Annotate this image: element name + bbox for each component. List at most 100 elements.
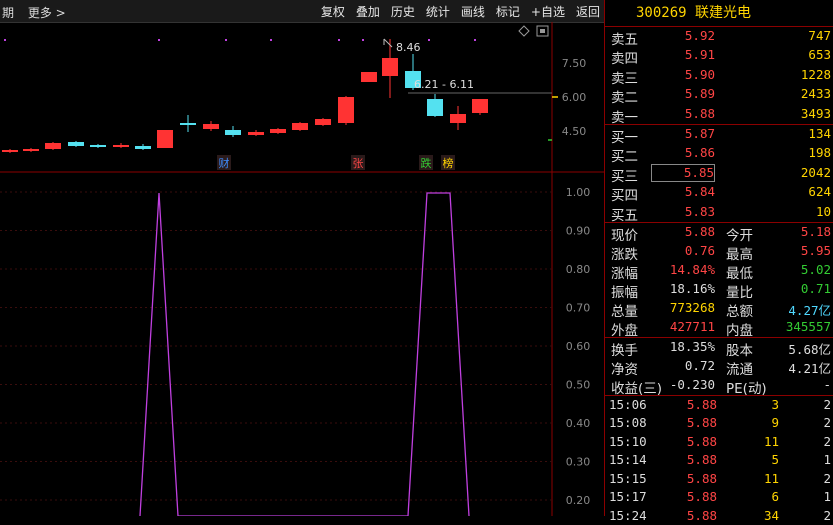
- stat-value: 773268: [669, 299, 715, 315]
- trade-row[interactable]: 15:17 5.88 6 1: [605, 488, 833, 507]
- stat-value: 18.16%: [669, 280, 715, 296]
- bid-volume: 134: [808, 125, 831, 141]
- signal-dot: [474, 39, 476, 41]
- trade-count: 2: [823, 415, 831, 431]
- bid-label: 买二: [611, 149, 638, 166]
- stat-row: 外盘 427711 内盘 345557: [605, 318, 833, 339]
- stat-row: 收益(三) -0.230 PE(动) -: [605, 376, 833, 397]
- toolbar-back-button[interactable]: 返回: [576, 3, 600, 20]
- trade-row[interactable]: 15:10 5.88 11 2: [605, 433, 833, 452]
- trade-volume: 6: [771, 489, 779, 505]
- chart-toolbar: 复权 叠加 历史 统计 画线 标记 +自选 返回: [321, 3, 600, 20]
- stat-label: 最低: [726, 265, 753, 282]
- stat-label: 最高: [726, 246, 753, 263]
- bid-row[interactable]: 买四 5.84 624: [605, 183, 833, 205]
- ask-row[interactable]: 卖二 5.89 2433: [605, 85, 833, 106]
- trade-count: 1: [823, 452, 831, 468]
- more-menu[interactable]: 更多 >: [28, 6, 66, 20]
- signal-dot: [158, 39, 160, 41]
- toolbar-draw-button[interactable]: 画线: [461, 3, 485, 20]
- trade-row[interactable]: 15:14 5.88 5 1: [605, 451, 833, 470]
- candle-body: [68, 142, 84, 146]
- trade-volume: 11: [763, 433, 779, 449]
- indicator-tick: 0.90: [566, 225, 591, 238]
- chart-svg[interactable]: 7.50 6.00 4.50 8.46 6.21 - 6.11 财 张 跌榜 1.0…: [0, 22, 604, 517]
- ask-row[interactable]: 卖四 5.91 653: [605, 46, 833, 67]
- indicator-tick: 0.60: [566, 340, 591, 353]
- trade-time: 15:08: [609, 415, 647, 431]
- bid-row[interactable]: 买二 5.86 198: [605, 144, 833, 166]
- indicator-tick: 1.00: [566, 186, 591, 199]
- bid-label: 买五: [611, 207, 638, 224]
- chart-area[interactable]: 7.50 6.00 4.50 8.46 6.21 - 6.11 财 张 跌榜 1.0…: [0, 22, 604, 517]
- stock-name: 联建光电: [695, 5, 752, 21]
- stat-label: 总量: [611, 303, 638, 320]
- ask-label: 卖三: [611, 70, 638, 87]
- ask-volume: 747: [808, 28, 831, 43]
- bid-label: 买三: [611, 168, 638, 185]
- toolbar-adjust-button[interactable]: 复权: [321, 3, 345, 20]
- stat-label: 流通: [726, 361, 753, 378]
- candle-body: [180, 123, 196, 125]
- stat-label: 换手: [611, 342, 638, 359]
- stat-label: PE(动): [726, 380, 767, 397]
- trade-time: 15:06: [609, 396, 647, 412]
- candle-body: [203, 124, 219, 129]
- stat-label: 振幅: [611, 284, 638, 301]
- trade-count: 2: [823, 396, 831, 412]
- candle-body: [135, 146, 151, 149]
- bid-row-selected[interactable]: 买三 5.85 2042: [605, 163, 833, 185]
- stat-value: 345557: [785, 318, 831, 334]
- bid-row[interactable]: 买一 5.87 134: [605, 125, 833, 146]
- bid-row[interactable]: 买五 5.83 10: [605, 203, 833, 224]
- trade-row[interactable]: 15:06 5.88 3 2: [605, 396, 833, 415]
- toolbar-mark-button[interactable]: 标记: [496, 3, 520, 20]
- signal-dot: [270, 39, 272, 41]
- diamond-icon[interactable]: [518, 25, 530, 37]
- indicator-line: [139, 192, 470, 517]
- trade-ticks: 15:06 5.88 3 2 15:08 5.88 9 2 15:10 5.88 11 2 15:…: [605, 396, 833, 525]
- toolbar-stats-button[interactable]: 统计: [426, 3, 450, 20]
- ask-price: 5.91: [684, 47, 715, 63]
- bid-price: 5.87: [684, 125, 715, 141]
- toolbar-overlay-button[interactable]: 叠加: [356, 3, 380, 20]
- bid-price: 5.83: [684, 203, 715, 219]
- stat-value: 5.18: [800, 223, 831, 239]
- trade-row[interactable]: 15:08 5.88 9 2: [605, 414, 833, 433]
- quote-stats-fundamental: 换手 18.35% 股本 5.68亿 净资 0.72 流通 4.21亿 收益(三) -0.23…: [605, 338, 833, 397]
- toolbar-history-button[interactable]: 历史: [391, 3, 415, 20]
- trade-row[interactable]: 15:15 5.88 11 2: [605, 470, 833, 489]
- candle-body: [2, 150, 18, 152]
- trade-price: 5.88: [686, 489, 717, 505]
- bid-price: 5.85: [651, 163, 715, 182]
- trade-time: 15:24: [609, 507, 647, 523]
- chart-top-bar: 期 更多 > 复权 叠加 历史 统计 画线 标记 +自选 返回: [0, 0, 604, 23]
- stat-label: 量比: [726, 284, 753, 301]
- candle-body: [427, 99, 443, 116]
- indicator-tick: 0.30: [566, 456, 591, 469]
- event-badges: 财 张 跌榜: [217, 155, 455, 170]
- window-icon[interactable]: [536, 25, 549, 37]
- toolbar-add-watchlist-button[interactable]: +自选: [531, 3, 565, 20]
- ask-row[interactable]: 卖三 5.90 1228: [605, 66, 833, 87]
- bid-volume: 624: [808, 184, 831, 200]
- ask-row[interactable]: 卖五 5.92 747: [605, 27, 833, 48]
- quote-stats: 现价 5.88 今开 5.18 涨跌 0.76 最高 5.95 涨幅 14.84% 最低 5.02…: [605, 223, 833, 339]
- stat-value: -0.230: [669, 376, 715, 392]
- price-tick-7.50: 7.50: [562, 57, 587, 70]
- trade-volume: 34: [763, 507, 779, 523]
- stat-value: 0.72: [684, 357, 715, 373]
- stat-label: 外盘: [611, 322, 638, 339]
- price-tick-4.50: 4.50: [562, 125, 587, 138]
- candle-body: [225, 130, 241, 135]
- trade-volume: 5: [771, 452, 779, 468]
- candle-body: [338, 97, 354, 123]
- stat-value: -: [823, 376, 831, 392]
- bid-label: 买四: [611, 188, 638, 205]
- quote-panel: 300269 联建光电 卖五 5.92 747 卖四 5.91 653 卖三 5.90 12…: [605, 0, 833, 523]
- trade-time: 15:17: [609, 489, 647, 505]
- period-tab-cut[interactable]: 期: [2, 6, 14, 20]
- ask-row[interactable]: 卖一 5.88 3493: [605, 105, 833, 126]
- stat-row: 现价 5.88 今开 5.18: [605, 223, 833, 244]
- trade-count: 1: [823, 489, 831, 505]
